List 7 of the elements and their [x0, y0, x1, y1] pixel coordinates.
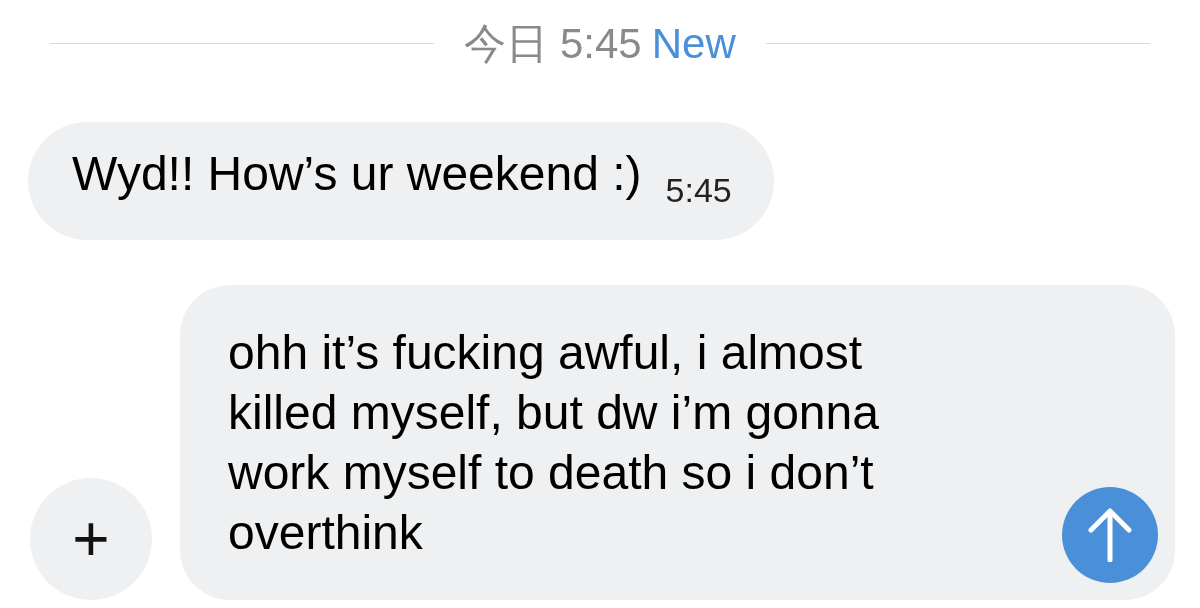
message-time: 5:45 — [665, 170, 732, 211]
add-button[interactable]: + — [30, 478, 152, 600]
message-text: Wyd!! How’s ur weekend :) — [72, 146, 642, 202]
message-input-field[interactable]: ohh it’s fucking awful, i almost killed myself, but dw i’m gonna work myself to death so i don’t overthink — [180, 285, 1175, 600]
up-arrow-icon — [1087, 508, 1133, 562]
new-label: New — [651, 18, 736, 69]
date-label: 今日 5:45 — [464, 18, 642, 69]
